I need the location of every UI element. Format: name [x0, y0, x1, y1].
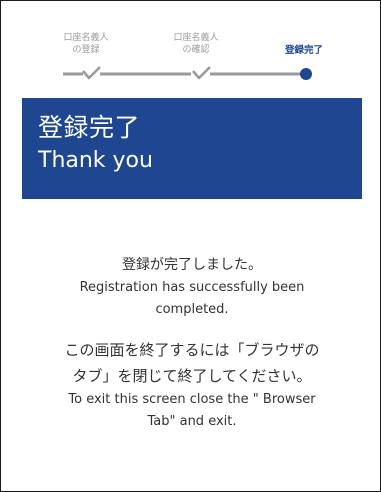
step-1-label: 口座名義人 の登録: [46, 32, 126, 56]
exit-message-en-line2: Tab" and exit.: [147, 414, 237, 429]
complete-message-en-line2: completed.: [155, 302, 229, 317]
stepper-track: [63, 66, 312, 80]
filled-circle-icon: [300, 68, 312, 80]
complete-message-en-line1: Registration has successfully been: [79, 280, 305, 295]
step-3-label: 登録完了: [264, 45, 344, 57]
step-1-label-line2: の登録: [72, 45, 100, 55]
exit-message-jp-line2: タブ」を閉じて終了してください。: [72, 367, 312, 385]
step-3-label-line1: 登録完了: [284, 45, 323, 56]
completion-banner: 登録完了 Thank you: [22, 98, 362, 199]
step-2-label: 口座名義人 の確認: [156, 32, 236, 56]
complete-message-jp: 登録が完了しました。: [122, 257, 262, 273]
step-2-label-line2: の確認: [182, 45, 210, 55]
app-window: 口座名義人 の登録 口座名義人 の確認 登録完了 登録完了 Thank you: [0, 0, 381, 492]
checkmark-icon: [192, 66, 211, 80]
exit-message-en-line1: To exit this screen close the " Browser: [68, 392, 316, 407]
completion-message: 登録が完了しました。 Registration has successfully…: [22, 253, 362, 433]
exit-instructions: この画面を終了するには「ブラウザの タブ」を閉じて終了してください。 To ex…: [22, 337, 362, 433]
checkmark-icon: [82, 66, 101, 80]
step-1-label-line1: 口座名義人: [63, 33, 109, 43]
banner-title: 登録完了: [38, 113, 141, 142]
step-2-label-line1: 口座名義人: [173, 33, 219, 43]
banner-subtitle: Thank you: [38, 148, 153, 173]
progress-stepper: 口座名義人 の登録 口座名義人 の確認 登録完了: [1, 1, 381, 97]
exit-message-jp-line1: この画面を終了するには「ブラウザの: [64, 341, 320, 359]
